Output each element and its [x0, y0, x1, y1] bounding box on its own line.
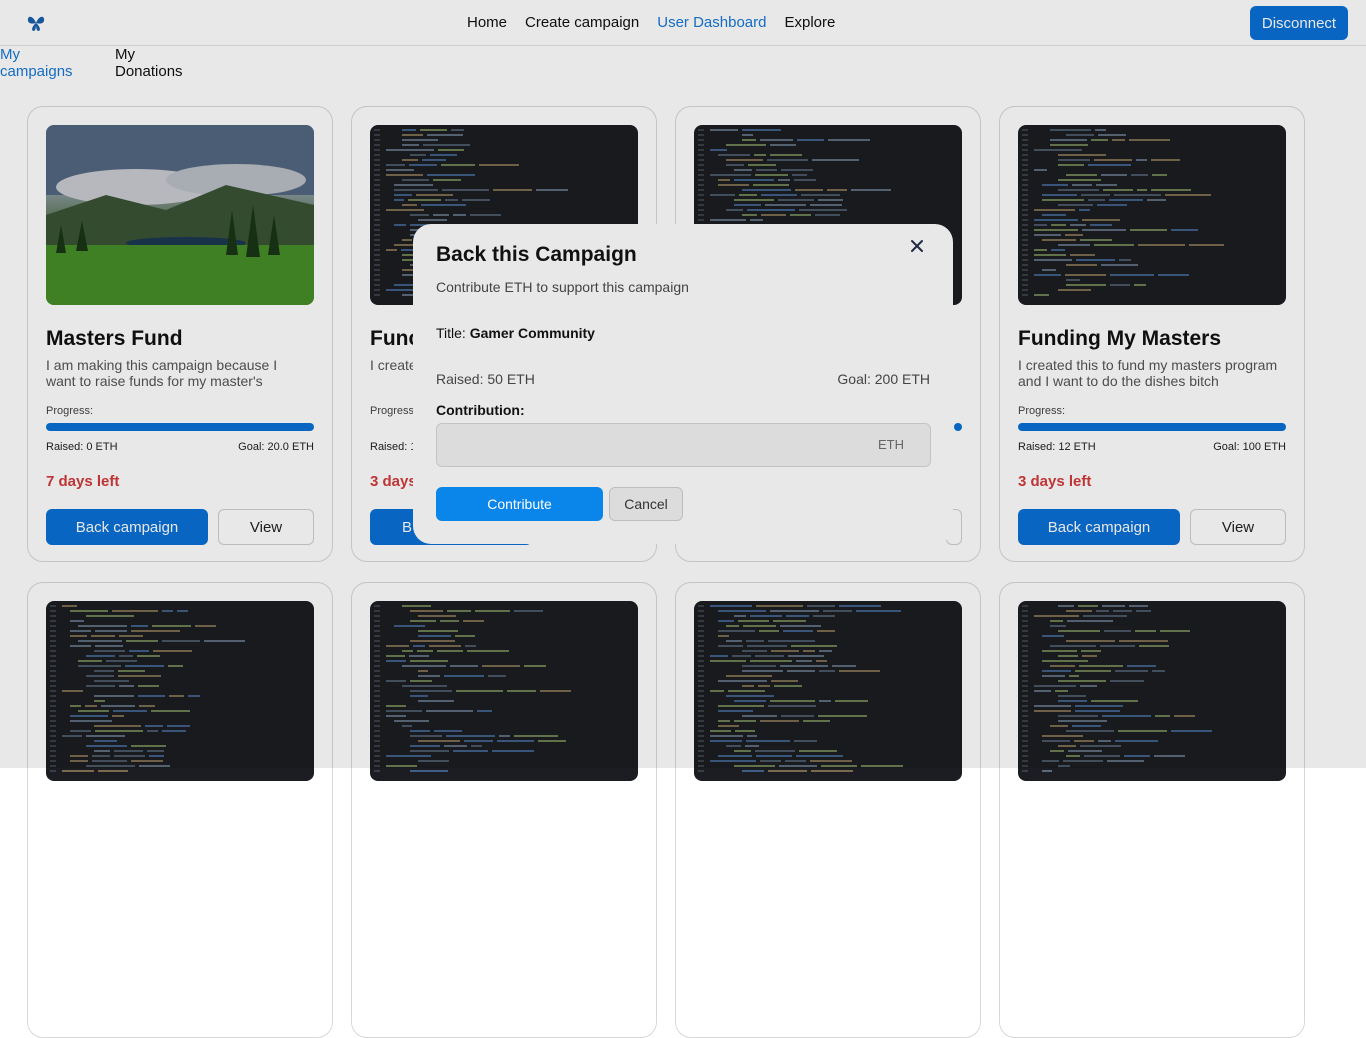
close-icon[interactable]: [909, 238, 925, 254]
contribution-field-wrapper: ETH: [436, 423, 931, 467]
campaign-title-row: Title: Gamer Community: [436, 325, 595, 341]
contribute-button[interactable]: Contribute: [436, 487, 603, 521]
modal-title: Back this Campaign: [436, 243, 637, 266]
contribution-input[interactable]: [437, 424, 881, 466]
eth-unit-label: ETH: [878, 437, 904, 452]
campaign-title-value: Gamer Community: [469, 325, 595, 341]
modal-goal: Goal: 200 ETH: [837, 371, 930, 387]
contribution-label: Contribution:: [436, 402, 525, 418]
modal-raised: Raised: 50 ETH: [436, 371, 535, 387]
campaign-title-label: Title:: [436, 325, 466, 341]
cancel-button[interactable]: Cancel: [609, 487, 683, 521]
modal-subtitle: Contribute ETH to support this campaign: [436, 279, 689, 295]
back-campaign-modal: Back this Campaign Contribute ETH to sup…: [413, 224, 953, 544]
